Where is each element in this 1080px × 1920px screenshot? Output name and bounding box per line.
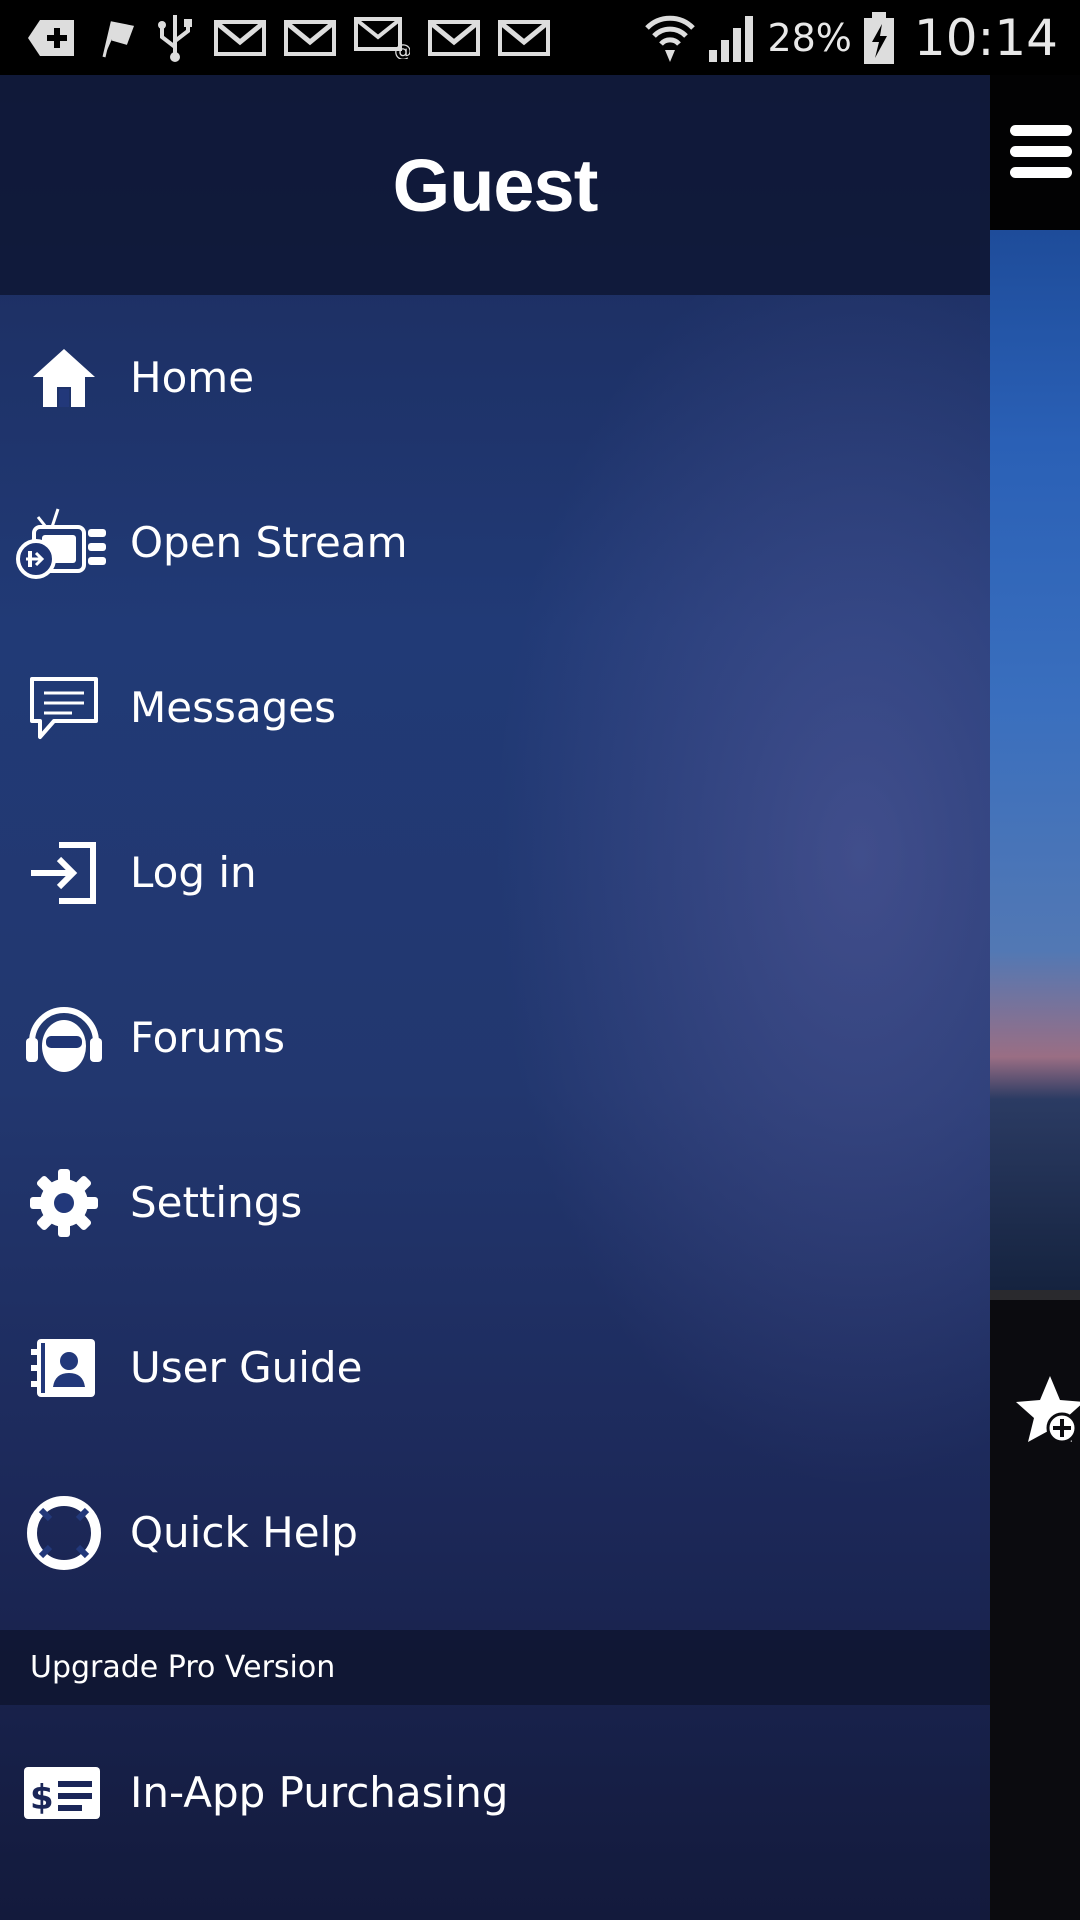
menu-item-label: Settings	[130, 1178, 303, 1227]
gmail-icon	[214, 19, 266, 56]
menu-item-in-app-purchasing[interactable]: $ In-App Purchasing	[0, 1705, 990, 1880]
menu-item-label: Quick Help	[130, 1508, 358, 1557]
gmail-icon	[498, 19, 550, 56]
user-guide-icon	[16, 1320, 112, 1416]
wifi-icon	[645, 15, 696, 62]
login-icon	[16, 825, 112, 921]
menu-item-label: Open Stream	[130, 518, 408, 567]
menu-item-quick-help[interactable]: Quick Help	[0, 1450, 990, 1615]
navigation-drawer: Guest Home Open Stream Messages Log in F…	[0, 75, 990, 1920]
purchase-icon: $	[24, 1766, 100, 1819]
menu-item-settings[interactable]: Settings	[0, 1120, 990, 1285]
home-icon	[16, 330, 112, 426]
battery-charging-icon	[863, 11, 894, 64]
gear-icon	[16, 1155, 112, 1251]
flag-icon	[102, 20, 135, 57]
gmail-icon	[284, 19, 336, 56]
menu-item-open-stream[interactable]: Open Stream	[0, 460, 990, 625]
notification-icons: @	[0, 0, 550, 75]
divider	[990, 1290, 1080, 1300]
forums-icon	[16, 990, 112, 1086]
menu-item-label: Home	[130, 353, 255, 402]
menu-item-messages[interactable]: Messages	[0, 625, 990, 790]
menu-item-label: In-App Purchasing	[130, 1768, 509, 1817]
section-header: Upgrade Pro Version	[0, 1630, 990, 1705]
menu-item-label: Forums	[130, 1013, 286, 1062]
menu-item-label: Log in	[130, 848, 257, 897]
messages-icon	[16, 660, 112, 756]
menu-item-home[interactable]: Home	[0, 295, 990, 460]
hamburger-icon[interactable]	[1010, 125, 1072, 181]
add-notification-icon	[28, 19, 74, 56]
lifebuoy-icon	[16, 1485, 112, 1581]
menu-item-forums[interactable]: Forums	[0, 955, 990, 1120]
battery-percent: 28%	[767, 15, 852, 60]
svg-text:$: $	[30, 1778, 54, 1818]
menu-item-label: Messages	[130, 683, 336, 732]
hero-image	[990, 230, 1080, 1290]
status-bar: @ 28% 10:14	[0, 0, 1080, 75]
drawer-menu: Home Open Stream Messages Log in Forums …	[0, 295, 990, 1615]
email-icon: @	[354, 16, 410, 59]
system-icons: 28% 10:14	[643, 0, 1058, 75]
open-stream-icon	[16, 495, 112, 591]
menu-item-label: User Guide	[130, 1343, 363, 1392]
background-app	[990, 75, 1080, 1920]
svg-text:@: @	[394, 41, 410, 59]
section-header-label: Upgrade Pro Version	[30, 1650, 336, 1685]
drawer-title: Guest	[392, 143, 599, 227]
drawer-header: Guest	[0, 75, 990, 295]
menu-item-user-guide[interactable]: User Guide	[0, 1285, 990, 1450]
usb-icon	[158, 14, 192, 62]
menu-item-login[interactable]: Log in	[0, 790, 990, 955]
signal-icon	[709, 15, 754, 62]
gmail-icon	[428, 19, 480, 56]
add-favorite-icon[interactable]	[1010, 1370, 1080, 1450]
clock: 10:14	[913, 8, 1058, 67]
app-toolbar	[990, 75, 1080, 230]
